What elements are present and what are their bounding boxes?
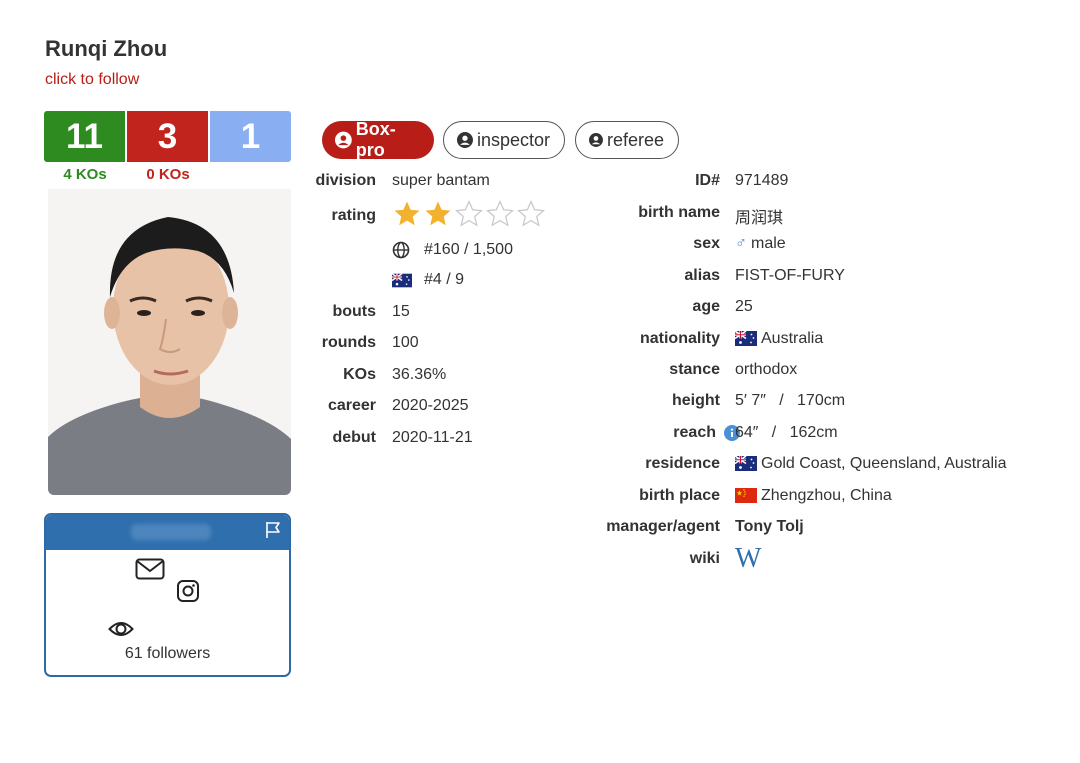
bouts-value: 15 [392, 303, 410, 320]
bouts-label: bouts [332, 303, 376, 320]
sex-label: sex [693, 235, 720, 252]
birth-place-value[interactable]: Zhengzhou, China [735, 487, 892, 505]
world-rank: #160 / 1,500 [392, 241, 513, 259]
country-rank-value: #4 / 9 [424, 271, 465, 288]
division-label: division [315, 172, 376, 189]
loss-kos: 0 KOs [146, 166, 190, 183]
rounds-value: 100 [392, 334, 419, 351]
rating-stars [392, 199, 546, 229]
reach-label-row: reach [540, 424, 740, 442]
age-label: age [692, 298, 720, 315]
sex-text: male [751, 235, 786, 252]
instagram-icon[interactable] [176, 579, 200, 603]
win-kos: 4 KOs [63, 166, 107, 183]
residence-text: Gold Coast, Queensland, Australia [761, 455, 1007, 472]
tab-inspector-label: inspector [476, 129, 550, 150]
star-empty-icon [485, 199, 515, 227]
china-flag-icon [735, 488, 757, 504]
user-circle-icon [457, 132, 473, 148]
wikipedia-icon[interactable]: W [735, 543, 761, 575]
male-icon: ♂ [735, 235, 747, 252]
manager-value[interactable]: Tony Tolj [735, 518, 804, 536]
stance-label: stance [669, 361, 720, 378]
boxer-name: Runqi Zhou [45, 36, 168, 61]
star-icon [394, 201, 420, 226]
follow-link[interactable]: click to follow [45, 71, 139, 89]
residence-label: residence [645, 455, 720, 472]
residence-value[interactable]: Gold Coast, Queensland, Australia [735, 455, 1006, 473]
debut-label: debut [332, 429, 376, 446]
eye-icon [108, 622, 134, 636]
birth-name-value: 周润琪 [735, 210, 784, 227]
followers-count: 61 followers [124, 645, 211, 662]
australia-flag-icon [735, 331, 757, 347]
nationality-value[interactable]: Australia [735, 330, 823, 348]
losses-count: 3 [127, 111, 208, 162]
manager-label: manager/agent [606, 518, 720, 535]
birth-place-label: birth place [639, 487, 720, 504]
australia-flag-icon [735, 456, 757, 472]
rating-label: rating [331, 207, 376, 224]
birth-place-text: Zhengzhou, China [761, 487, 892, 504]
height-value: 5′ 7″ / 170cm [735, 392, 846, 409]
nationality-text: Australia [761, 330, 824, 347]
australia-flag-icon [392, 272, 412, 287]
alias-value: FIST-OF-FURY [735, 267, 845, 284]
age-value: 25 [735, 298, 753, 315]
world-rank-value: #160 / 1,500 [424, 241, 513, 258]
tab-inspector[interactable]: inspector [443, 121, 565, 159]
reach-value: 64″ / 162cm [735, 424, 838, 441]
birth-name-label: birth name [638, 204, 720, 221]
debut-value[interactable]: 2020-11-21 [392, 429, 473, 447]
nationality-label: nationality [639, 330, 720, 347]
rounds-label: rounds [321, 334, 376, 351]
social-card: 61 followers [44, 513, 291, 677]
record-bar: 11 3 1 [44, 111, 291, 162]
mail-icon[interactable] [135, 558, 165, 580]
tab-referee-label: referee [606, 129, 664, 150]
star-empty-icon [454, 199, 484, 227]
height-label: height [672, 392, 720, 409]
alias-label: alias [684, 267, 720, 284]
user-circle-icon [589, 133, 603, 147]
globe-icon [392, 241, 410, 259]
career-label: career [327, 397, 376, 414]
flag-icon[interactable] [263, 520, 283, 540]
country-rank[interactable]: #4 / 9 [392, 271, 464, 289]
wins-count: 11 [44, 111, 125, 162]
wiki-label: wiki [689, 550, 720, 567]
star-icon [425, 201, 451, 226]
user-circle-icon [335, 131, 352, 149]
draws-count: 1 [210, 111, 291, 162]
kos-value: 36.36% [392, 366, 447, 383]
kos-label: KOs [343, 366, 376, 383]
tab-box-pro-label: Box-pro [355, 119, 396, 160]
career-value: 2020-2025 [392, 397, 469, 414]
id-value: 971489 [735, 172, 789, 189]
card-header [46, 515, 289, 550]
division-value: super bantam [392, 172, 490, 189]
id-label: ID# [695, 172, 720, 189]
tab-referee[interactable]: referee [575, 121, 679, 159]
card-header-blur [131, 524, 211, 540]
reach-label: reach [673, 424, 716, 441]
stance-value: orthodox [735, 361, 798, 378]
tab-box-pro[interactable]: Box-pro [322, 119, 434, 160]
boxer-photo [48, 189, 291, 495]
sex-value: ♂ male [735, 235, 786, 253]
